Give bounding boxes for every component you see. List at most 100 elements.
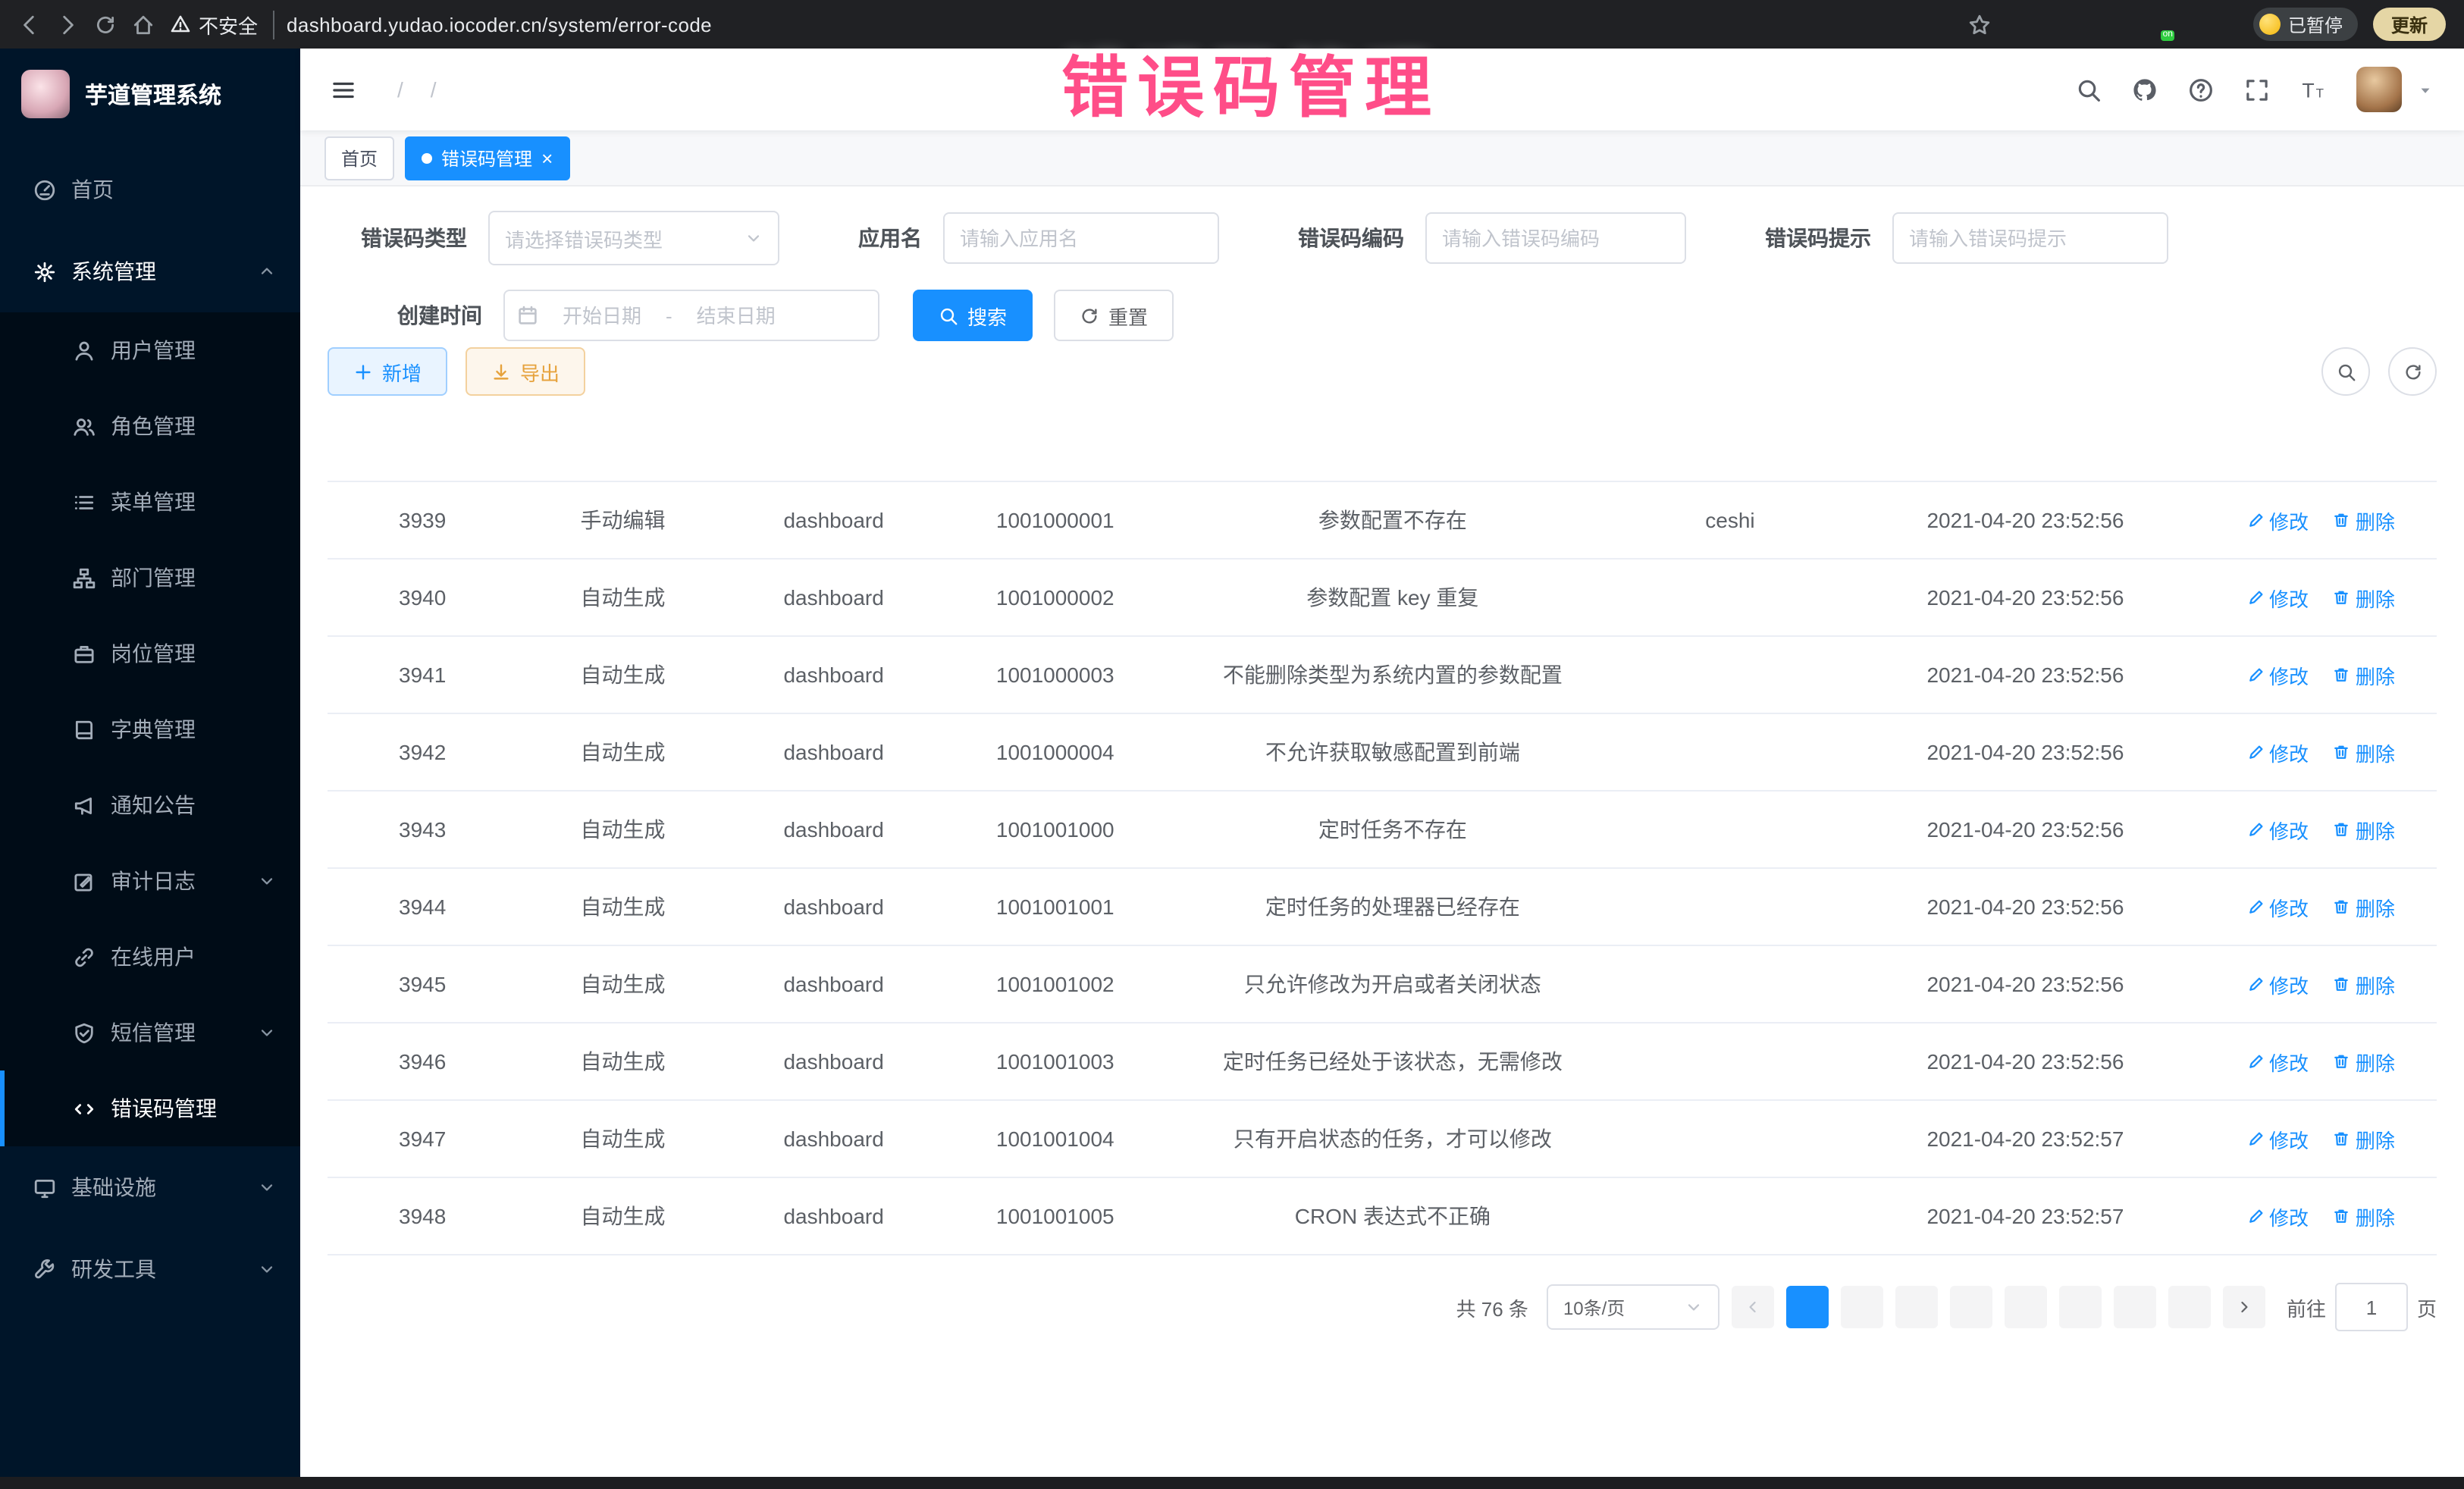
sidebar-item[interactable]: 首页 [0, 149, 300, 230]
edit-link[interactable]: 修改 [2246, 1124, 2309, 1153]
delete-link[interactable]: 删除 [2333, 583, 2395, 612]
browser-extension-icon[interactable] [2076, 13, 2099, 36]
browser-extension-icon[interactable] [2041, 13, 2064, 36]
delete-link[interactable]: 删除 [2333, 1202, 2395, 1230]
add-button[interactable]: 新增 [328, 347, 447, 396]
browser-extension-icon[interactable] [2006, 13, 2029, 36]
refresh-table-button[interactable] [2388, 347, 2437, 396]
sidebar-item[interactable]: 用户管理 [0, 312, 300, 388]
cell-remark [1614, 1100, 1846, 1177]
sidebar-item[interactable]: 通知公告 [0, 767, 300, 843]
search-button[interactable]: 搜索 [913, 290, 1033, 341]
delete-link[interactable]: 删除 [2333, 660, 2395, 689]
edit-link[interactable]: 修改 [2246, 970, 2309, 998]
security-indicator[interactable]: 不安全 [170, 10, 274, 39]
forward-icon[interactable] [56, 13, 79, 36]
edit-link[interactable]: 修改 [2246, 1202, 2309, 1230]
error-hint-input[interactable] [1892, 212, 2168, 264]
delete-link[interactable]: 删除 [2333, 1047, 2395, 1076]
error-type-select[interactable]: 请选择错误码类型 [488, 211, 779, 265]
cell-time: 2021-04-20 23:52:57 [1846, 1100, 2205, 1177]
update-button[interactable]: 更新 [2373, 8, 2446, 41]
tab[interactable]: 错误码管理 [405, 136, 569, 180]
home-icon[interactable] [132, 13, 155, 36]
help-icon[interactable] [2188, 77, 2214, 102]
date-range-picker[interactable]: - [503, 290, 879, 341]
page-button[interactable] [2114, 1286, 2156, 1328]
toggle-search-button[interactable] [2321, 347, 2370, 396]
user-avatar[interactable] [2356, 67, 2402, 112]
logo[interactable]: 芋道管理系统 [0, 49, 300, 139]
edit-link[interactable]: 修改 [2246, 738, 2309, 766]
edit-link[interactable]: 修改 [2246, 815, 2309, 844]
breadcrumb-item[interactable] [417, 77, 450, 102]
chevron-down-icon [258, 1023, 276, 1042]
sidebar-item[interactable]: 基础设施 [0, 1146, 300, 1228]
cell-app: dashboard [729, 713, 939, 791]
page-size-select[interactable]: 10条/页 [1547, 1284, 1719, 1330]
error-hint-label: 错误码提示 [1765, 223, 1871, 253]
page-button[interactable] [1841, 1286, 1883, 1328]
trash-icon [2333, 898, 2351, 916]
delete-link[interactable]: 删除 [2333, 738, 2395, 766]
export-button[interactable]: 导出 [466, 347, 585, 396]
paused-chip[interactable]: 已暂停 [2253, 8, 2358, 41]
edit-link[interactable]: 修改 [2246, 892, 2309, 921]
edit-link[interactable]: 修改 [2246, 506, 2309, 534]
back-icon[interactable] [18, 13, 41, 36]
table-row: 3941 自动生成 dashboard 1001000003 不能删除类型为系统… [328, 636, 2437, 713]
chevron-down-icon[interactable] [2417, 81, 2434, 98]
cell-id: 3944 [328, 868, 517, 945]
sidebar-item[interactable]: 岗位管理 [0, 616, 300, 691]
edit-link[interactable]: 修改 [2246, 1047, 2309, 1076]
sidebar-item-label: 角色管理 [111, 411, 196, 441]
goto-page-input[interactable] [2335, 1283, 2408, 1331]
browser-extension-icon[interactable] [2215, 13, 2238, 36]
tab-close-icon[interactable] [541, 148, 553, 168]
address-bar[interactable]: 不安全 dashboard.yudao.iocoder.cn/system/er… [170, 5, 1953, 44]
app-name-input[interactable] [943, 212, 1219, 264]
sidebar-item[interactable]: 研发工具 [0, 1228, 300, 1310]
sidebar-collapse-icon[interactable] [331, 77, 356, 102]
page-button[interactable] [2005, 1286, 2047, 1328]
page-button[interactable] [1786, 1286, 1829, 1328]
sidebar-item[interactable]: 系统管理 [0, 230, 300, 312]
sidebar-item[interactable]: 部门管理 [0, 540, 300, 616]
next-page-button[interactable] [2223, 1286, 2265, 1328]
sidebar-item[interactable]: 字典管理 [0, 691, 300, 767]
sidebar-item[interactable]: 错误码管理 [0, 1071, 300, 1146]
refresh-icon[interactable] [94, 13, 117, 36]
sidebar-item[interactable]: 菜单管理 [0, 464, 300, 540]
edit-link[interactable]: 修改 [2246, 583, 2309, 612]
edit-link[interactable]: 修改 [2246, 660, 2309, 689]
search-icon[interactable] [2076, 77, 2102, 102]
delete-link[interactable]: 删除 [2333, 892, 2395, 921]
delete-link[interactable]: 删除 [2333, 506, 2395, 534]
font-size-icon[interactable]: TT [2300, 77, 2326, 102]
sidebar-item[interactable]: 角色管理 [0, 388, 300, 464]
sidebar-item[interactable]: 短信管理 [0, 995, 300, 1071]
start-date-input[interactable] [544, 303, 660, 328]
breadcrumb-item[interactable] [384, 77, 417, 102]
prev-page-button[interactable] [1732, 1286, 1774, 1328]
url-text[interactable]: dashboard.yudao.iocoder.cn/system/error-… [287, 13, 712, 36]
fullscreen-icon[interactable] [2244, 77, 2270, 102]
browser-extension-icon[interactable] [2111, 13, 2133, 36]
browser-extension-icon[interactable]: on [2146, 13, 2168, 36]
delete-link[interactable]: 删除 [2333, 1124, 2395, 1153]
end-date-input[interactable] [679, 303, 794, 328]
delete-link[interactable]: 删除 [2333, 970, 2395, 998]
github-icon[interactable] [2132, 77, 2158, 102]
sidebar-item[interactable]: 在线用户 [0, 919, 300, 995]
bookmark-star-icon[interactable] [1968, 13, 1991, 36]
page-button[interactable] [2168, 1286, 2211, 1328]
sidebar-item[interactable]: 审计日志 [0, 843, 300, 919]
page-button[interactable] [2059, 1286, 2102, 1328]
page-button[interactable] [1950, 1286, 1992, 1328]
error-code-input[interactable] [1425, 212, 1686, 264]
tab[interactable]: 首页 [324, 136, 394, 180]
reset-button[interactable]: 重置 [1054, 290, 1174, 341]
delete-link[interactable]: 删除 [2333, 815, 2395, 844]
browser-extension-icon[interactable] [2180, 13, 2203, 36]
page-button[interactable] [1895, 1286, 1938, 1328]
